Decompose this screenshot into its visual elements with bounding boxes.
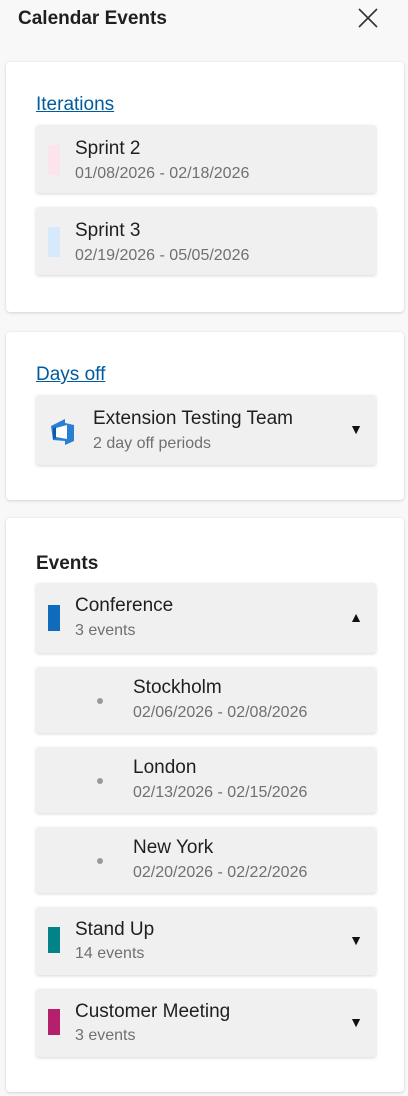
bullet-icon: [97, 778, 103, 784]
days-off-card: Days off Extension Testing Team 2 day of…: [6, 332, 404, 500]
event-group-color: [48, 927, 60, 953]
iteration-item[interactable]: Sprint 3 02/19/2026 - 05/05/2026: [36, 207, 376, 275]
iteration-name: Sprint 3: [75, 220, 141, 241]
event-group-color: [48, 1009, 60, 1035]
event-dates: 02/20/2026 - 02/22/2026: [133, 864, 308, 881]
events-heading: Events: [36, 553, 99, 574]
iteration-dates: 02/19/2026 - 05/05/2026: [75, 247, 250, 264]
event-group-name: Stand Up: [75, 919, 155, 940]
events-card: Events Conference 3 events ▲ Stockholm 0…: [6, 518, 404, 1092]
event-group-stand-up[interactable]: Stand Up 14 events ▼: [36, 907, 376, 975]
bullet-icon: [97, 858, 103, 864]
event-name: London: [133, 757, 197, 778]
event-group-name: Customer Meeting: [75, 1001, 231, 1022]
chevron-down-icon[interactable]: ▼: [349, 1014, 363, 1030]
iteration-name: Sprint 2: [75, 138, 141, 159]
event-name: Stockholm: [133, 677, 222, 698]
event-item[interactable]: New York 02/20/2026 - 02/22/2026: [36, 827, 376, 893]
event-group-name: Conference: [75, 595, 174, 616]
team-days-off-item[interactable]: Extension Testing Team 2 day off periods…: [36, 395, 376, 465]
event-group-customer-meeting[interactable]: Customer Meeting 3 events ▼: [36, 989, 376, 1057]
event-group-summary: 3 events: [75, 1027, 136, 1044]
panel-header: Calendar Events: [0, 0, 408, 42]
event-group-conference[interactable]: Conference 3 events ▲: [36, 583, 376, 653]
event-dates: 02/06/2026 - 02/08/2026: [133, 704, 308, 721]
chevron-up-icon[interactable]: ▲: [349, 609, 363, 625]
iteration-color-swatch: [48, 145, 60, 175]
close-button[interactable]: [356, 6, 380, 30]
azure-devops-icon: [51, 419, 74, 445]
event-group-summary: 14 events: [75, 945, 145, 962]
bullet-icon: [97, 698, 103, 704]
event-group-color: [48, 605, 60, 631]
team-name: Extension Testing Team: [93, 408, 293, 429]
event-dates: 02/13/2026 - 02/15/2026: [133, 784, 308, 801]
close-icon: [358, 8, 378, 28]
days-off-link[interactable]: Days off: [36, 364, 105, 386]
iteration-dates: 01/08/2026 - 02/18/2026: [75, 165, 250, 182]
iterations-link[interactable]: Iterations: [36, 94, 114, 116]
iterations-card: Iterations Sprint 2 01/08/2026 - 02/18/2…: [6, 62, 404, 312]
panel-title: Calendar Events: [18, 8, 167, 29]
chevron-down-icon[interactable]: ▼: [349, 421, 363, 437]
iteration-item[interactable]: Sprint 2 01/08/2026 - 02/18/2026: [36, 125, 376, 193]
event-item[interactable]: Stockholm 02/06/2026 - 02/08/2026: [36, 667, 376, 733]
event-item[interactable]: London 02/13/2026 - 02/15/2026: [36, 747, 376, 813]
event-name: New York: [133, 837, 214, 858]
chevron-down-icon[interactable]: ▼: [349, 932, 363, 948]
iteration-color-swatch: [48, 227, 60, 257]
team-days-off-summary: 2 day off periods: [93, 435, 212, 452]
event-group-summary: 3 events: [75, 622, 136, 639]
